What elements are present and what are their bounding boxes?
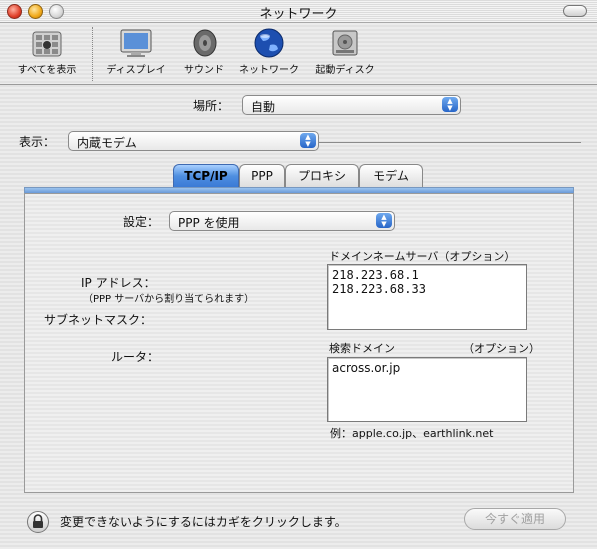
lock-icon <box>33 514 43 528</box>
search-domain-example: 例：apple.co.jp、earthlink.net <box>330 427 494 440</box>
location-value: 自動 <box>251 100 276 114</box>
search-domain-entry: across.or.jp <box>332 361 401 375</box>
toolbar-network[interactable]: ネットワーク <box>234 27 304 76</box>
window-title: ネットワーク <box>259 7 338 22</box>
ip-address-note: （PPP サーバから割り当てられます） <box>83 294 255 305</box>
search-domain-label: 検索ドメイン <box>329 342 395 355</box>
show-value: 内蔵モデム <box>77 136 137 150</box>
dns-server-entry: 218.223.68.1 <box>332 268 419 282</box>
tcpip-panel: 設定： PPP を使用 ▲ ▼ ドメインネームサーバ（オプション） 218.223… <box>24 193 574 493</box>
dns-server-entry: 218.223.68.33 <box>332 282 426 296</box>
toolbar-display[interactable]: ディスプレイ <box>100 27 172 76</box>
subnet-mask-label: サブネットマスク： <box>44 313 153 327</box>
toolbar-toggle-button[interactable] <box>563 5 587 17</box>
toolbar-label-display: ディスプレイ <box>106 65 166 76</box>
toolbar-show-all[interactable]: すべてを表示 <box>8 27 86 76</box>
popup-arrows-icon: ▲ ▼ <box>300 133 316 148</box>
disk-icon <box>328 27 362 59</box>
toolbar-startup-disk[interactable]: 起動ディスク <box>308 27 382 76</box>
show-popup[interactable]: 内蔵モデム ▲ ▼ <box>68 131 319 151</box>
tab-modem[interactable]: モデム <box>359 164 423 187</box>
show-divider <box>319 142 581 143</box>
tab-tcpip[interactable]: TCP/IP <box>173 164 239 187</box>
popup-arrows-icon: ▲ ▼ <box>442 97 458 112</box>
apply-now-button[interactable]: 今すぐ適用 <box>464 508 566 530</box>
network-preferences-window: ネットワーク すべてを表示 ディスプレイ サウンド ネットワーク 起動ディスク … <box>0 0 597 549</box>
tab-proxy[interactable]: プロキシ <box>285 164 359 187</box>
location-popup[interactable]: 自動 ▲ ▼ <box>242 95 461 115</box>
configure-value: PPP を使用 <box>178 216 240 230</box>
toolbar-label-sound: サウンド <box>184 65 224 76</box>
toolbar: すべてを表示 ディスプレイ サウンド ネットワーク 起動ディスク <box>0 23 597 83</box>
location-label: 場所： <box>193 99 230 113</box>
ip-address-label: IP アドレス： <box>81 276 156 290</box>
lock-button[interactable] <box>27 511 49 533</box>
toolbar-separator <box>92 27 93 81</box>
toolbar-label-startup-disk: 起動ディスク <box>315 65 375 76</box>
toolbar-sound[interactable]: サウンド <box>176 27 232 76</box>
speaker-icon <box>187 27 221 59</box>
configure-popup[interactable]: PPP を使用 ▲ ▼ <box>169 211 395 231</box>
configure-label: 設定： <box>123 215 160 229</box>
dns-servers-field[interactable]: 218.223.68.1 218.223.68.33 <box>327 264 527 330</box>
dns-label: ドメインネームサーバ（オプション） <box>329 250 516 263</box>
search-domains-field[interactable]: across.or.jp <box>327 357 527 422</box>
show-label: 表示： <box>19 135 56 149</box>
lock-hint-text: 変更できないようにするにはカギをクリックします。 <box>60 515 347 529</box>
router-label: ルータ： <box>111 350 160 364</box>
show-all-icon <box>30 27 64 59</box>
toolbar-divider <box>0 84 597 85</box>
tab-ppp[interactable]: PPP <box>239 164 285 187</box>
toolbar-label-show-all: すべてを表示 <box>17 65 77 76</box>
toolbar-label-network: ネットワーク <box>239 65 299 76</box>
search-domain-optional: （オプション） <box>463 342 540 355</box>
title-bar: ネットワーク <box>0 0 597 23</box>
popup-arrows-icon: ▲ ▼ <box>376 213 392 228</box>
display-icon <box>119 27 153 59</box>
globe-icon <box>252 27 286 59</box>
